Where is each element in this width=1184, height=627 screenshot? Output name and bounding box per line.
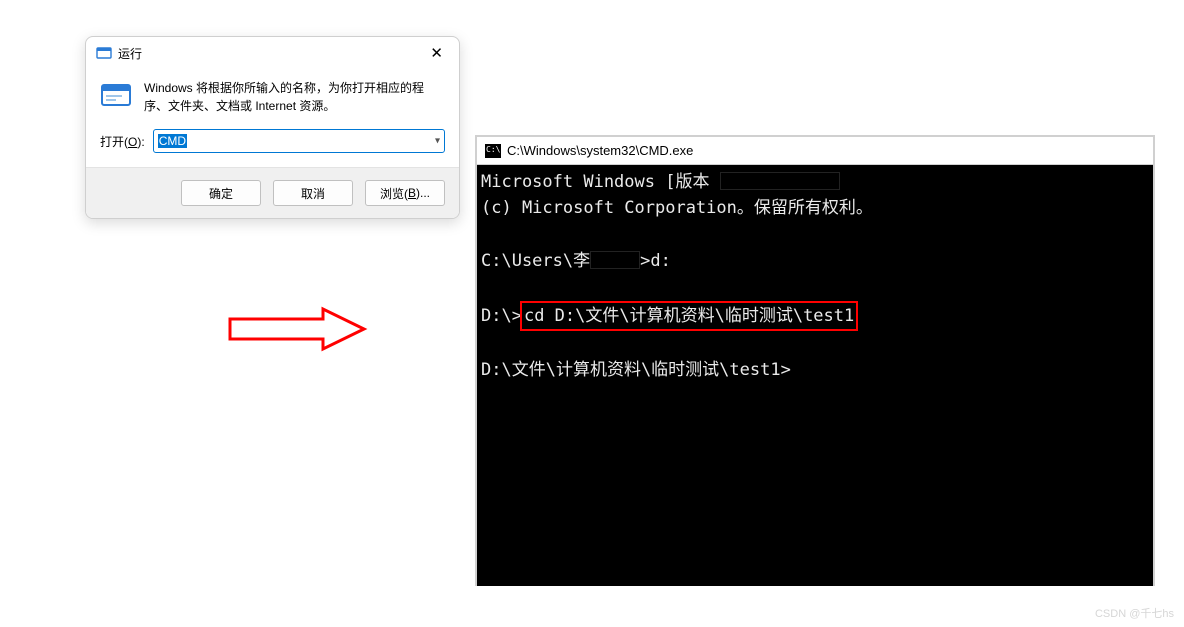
- arrow-annotation-icon: [228, 305, 368, 353]
- open-label: 打开(O):: [100, 133, 145, 150]
- run-program-icon: [96, 45, 112, 61]
- watermark-text: CSDN @千七hs: [1095, 605, 1174, 621]
- cmd-blank: [481, 331, 1149, 357]
- run-description-row: Windows 将根据你所输入的名称，为你打开相应的程序、文件夹、文档或 Int…: [100, 79, 445, 115]
- redacted-username: [590, 251, 640, 269]
- run-description-text: Windows 将根据你所输入的名称，为你打开相应的程序、文件夹、文档或 Int…: [144, 79, 445, 115]
- cmd-blank: [481, 274, 1149, 300]
- run-title-left: 运行: [96, 45, 142, 62]
- cmd-line-cd: D:\>cd D:\文件\计算机资料\临时测试\test1: [481, 301, 1149, 331]
- cmd-line-prompt: D:\文件\计算机资料\临时测试\test1>: [481, 357, 1149, 383]
- cmd-window: C:\Windows\system32\CMD.exe Microsoft Wi…: [475, 135, 1155, 586]
- cmd-line-copyright: (c) Microsoft Corporation。保留所有权利。: [481, 195, 1149, 221]
- run-input-row: 打开(O): CMD ▾: [100, 129, 445, 153]
- browse-button[interactable]: 浏览(B)...: [365, 180, 445, 206]
- ok-button[interactable]: 确定: [181, 180, 261, 206]
- close-icon[interactable]: ✕: [424, 42, 449, 64]
- run-command-value: CMD: [158, 134, 187, 148]
- highlighted-command: cd D:\文件\计算机资料\临时测试\test1: [520, 301, 858, 331]
- cmd-blank: [481, 222, 1149, 248]
- run-dialog-footer: 确定 取消 浏览(B)...: [86, 167, 459, 218]
- run-dialog-titlebar[interactable]: 运行 ✕: [86, 37, 459, 69]
- run-dialog-body: Windows 将根据你所输入的名称，为你打开相应的程序、文件夹、文档或 Int…: [86, 69, 459, 167]
- cmd-title-text: C:\Windows\system32\CMD.exe: [507, 143, 693, 158]
- run-dialog-title: 运行: [118, 45, 142, 62]
- chevron-down-icon[interactable]: ▾: [435, 136, 440, 147]
- run-program-large-icon: [100, 79, 132, 111]
- cmd-terminal-body[interactable]: Microsoft Windows [版本 (c) Microsoft Corp…: [477, 165, 1153, 586]
- redacted-version: [720, 172, 840, 190]
- cmd-icon: [485, 144, 501, 158]
- cmd-titlebar[interactable]: C:\Windows\system32\CMD.exe: [477, 137, 1153, 165]
- cmd-line-cdrive: C:\Users\李>d:: [481, 248, 1149, 274]
- run-command-input[interactable]: CMD ▾: [153, 129, 445, 153]
- cmd-line-version: Microsoft Windows [版本: [481, 169, 1149, 195]
- cancel-button[interactable]: 取消: [273, 180, 353, 206]
- run-dialog: 运行 ✕ Windows 将根据你所输入的名称，为你打开相应的程序、文件夹、文档…: [85, 36, 460, 219]
